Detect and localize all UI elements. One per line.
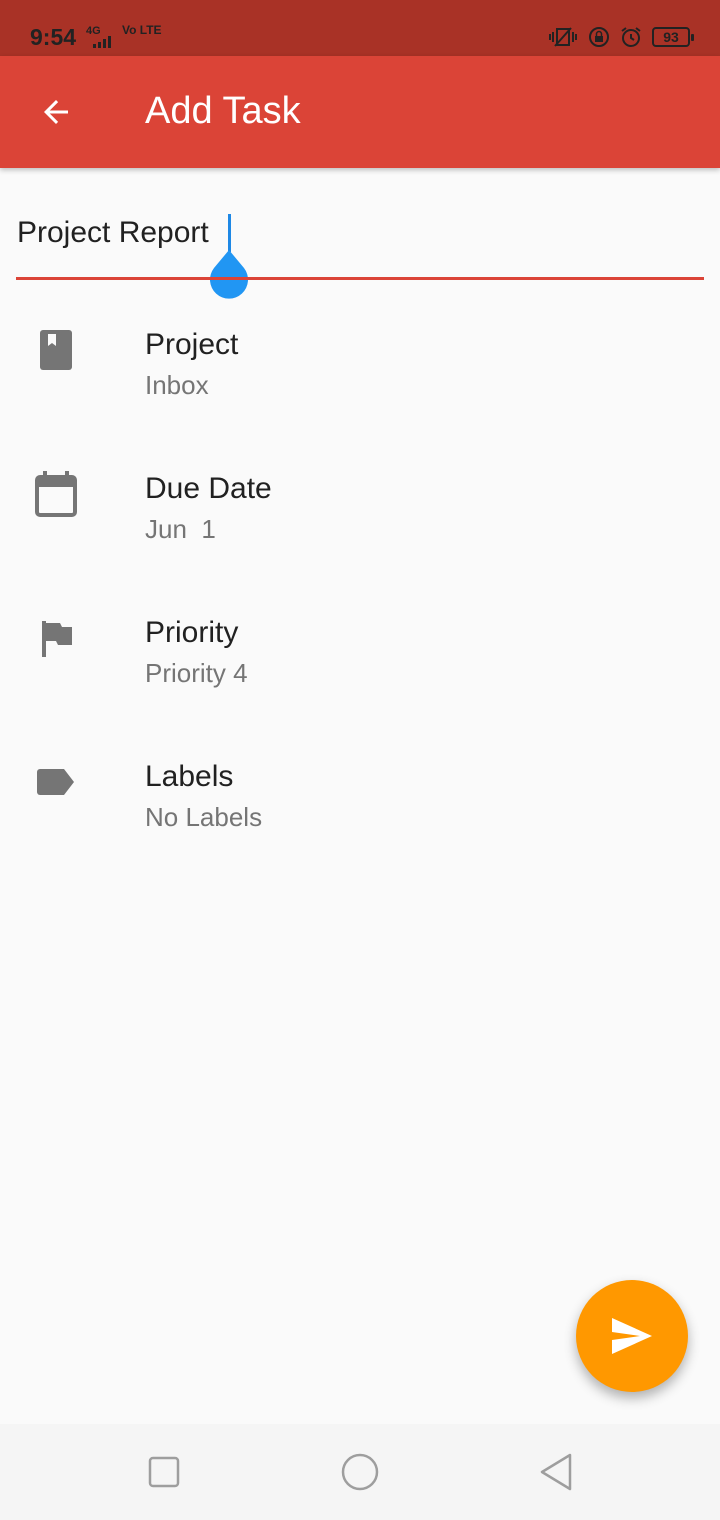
circle-icon <box>341 1453 379 1491</box>
page-title: Add Task <box>145 90 301 132</box>
status-bar: 9:54 4G Vo LTE 93 <box>0 0 720 56</box>
task-title-value: Project Report <box>17 216 209 249</box>
send-icon <box>612 1318 652 1354</box>
input-underline <box>16 277 704 280</box>
book-icon <box>32 326 80 374</box>
priority-row[interactable]: Priority Priority 4 <box>0 614 720 758</box>
flag-icon <box>32 614 80 662</box>
app-bar: Add Task <box>0 56 720 168</box>
project-value: Inbox <box>145 370 209 400</box>
arrow-left-icon <box>44 100 68 124</box>
status-time: 9:54 <box>30 24 77 50</box>
labels-value: No Labels <box>145 802 263 832</box>
system-nav-bar <box>0 1424 720 1520</box>
calendar-icon <box>32 470 80 518</box>
alarm-icon <box>620 26 642 48</box>
rotation-lock-icon <box>588 26 610 48</box>
triangle-back-icon <box>540 1453 572 1491</box>
back-button[interactable] <box>28 84 84 140</box>
project-label: Project <box>145 328 239 361</box>
home-button[interactable] <box>336 1448 384 1496</box>
labels-row[interactable]: Labels No Labels <box>0 758 720 902</box>
due-date-row[interactable]: Due Date Jun 1 <box>0 470 720 614</box>
square-icon <box>148 1456 180 1488</box>
cursor-handle[interactable] <box>206 246 252 304</box>
project-row[interactable]: Project Inbox <box>0 326 720 470</box>
vibrate-icon <box>548 25 578 49</box>
volte-indicator: Vo LTE <box>122 23 162 37</box>
signal-icon <box>93 36 111 48</box>
due-date-label: Due Date <box>145 472 272 505</box>
task-title-input[interactable]: Project Report <box>16 200 704 299</box>
priority-value: Priority 4 <box>145 658 248 688</box>
back-nav-button[interactable] <box>532 1448 580 1496</box>
send-button[interactable] <box>576 1280 688 1392</box>
priority-label: Priority <box>145 616 239 649</box>
battery-indicator: 93 <box>652 27 694 47</box>
labels-label: Labels <box>145 760 234 793</box>
due-date-value: Jun 1 <box>145 514 216 544</box>
recents-button[interactable] <box>140 1448 188 1496</box>
label-icon <box>32 758 80 806</box>
